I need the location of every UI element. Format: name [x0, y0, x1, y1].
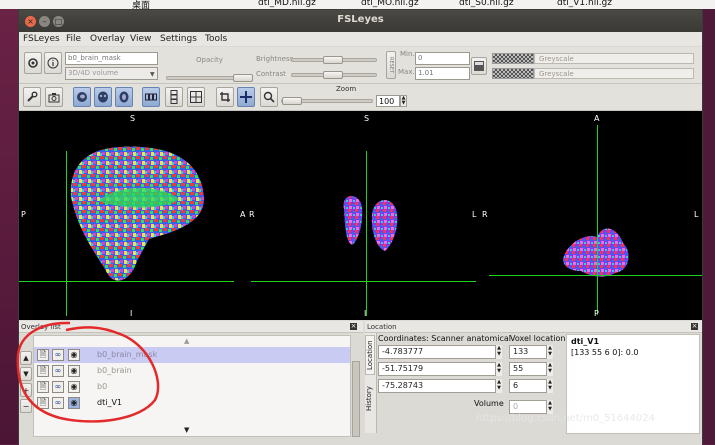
watermark: https://blog.csdn.net/m0_51644024 [476, 413, 655, 424]
red-annotation-scribble [16, 321, 160, 423]
